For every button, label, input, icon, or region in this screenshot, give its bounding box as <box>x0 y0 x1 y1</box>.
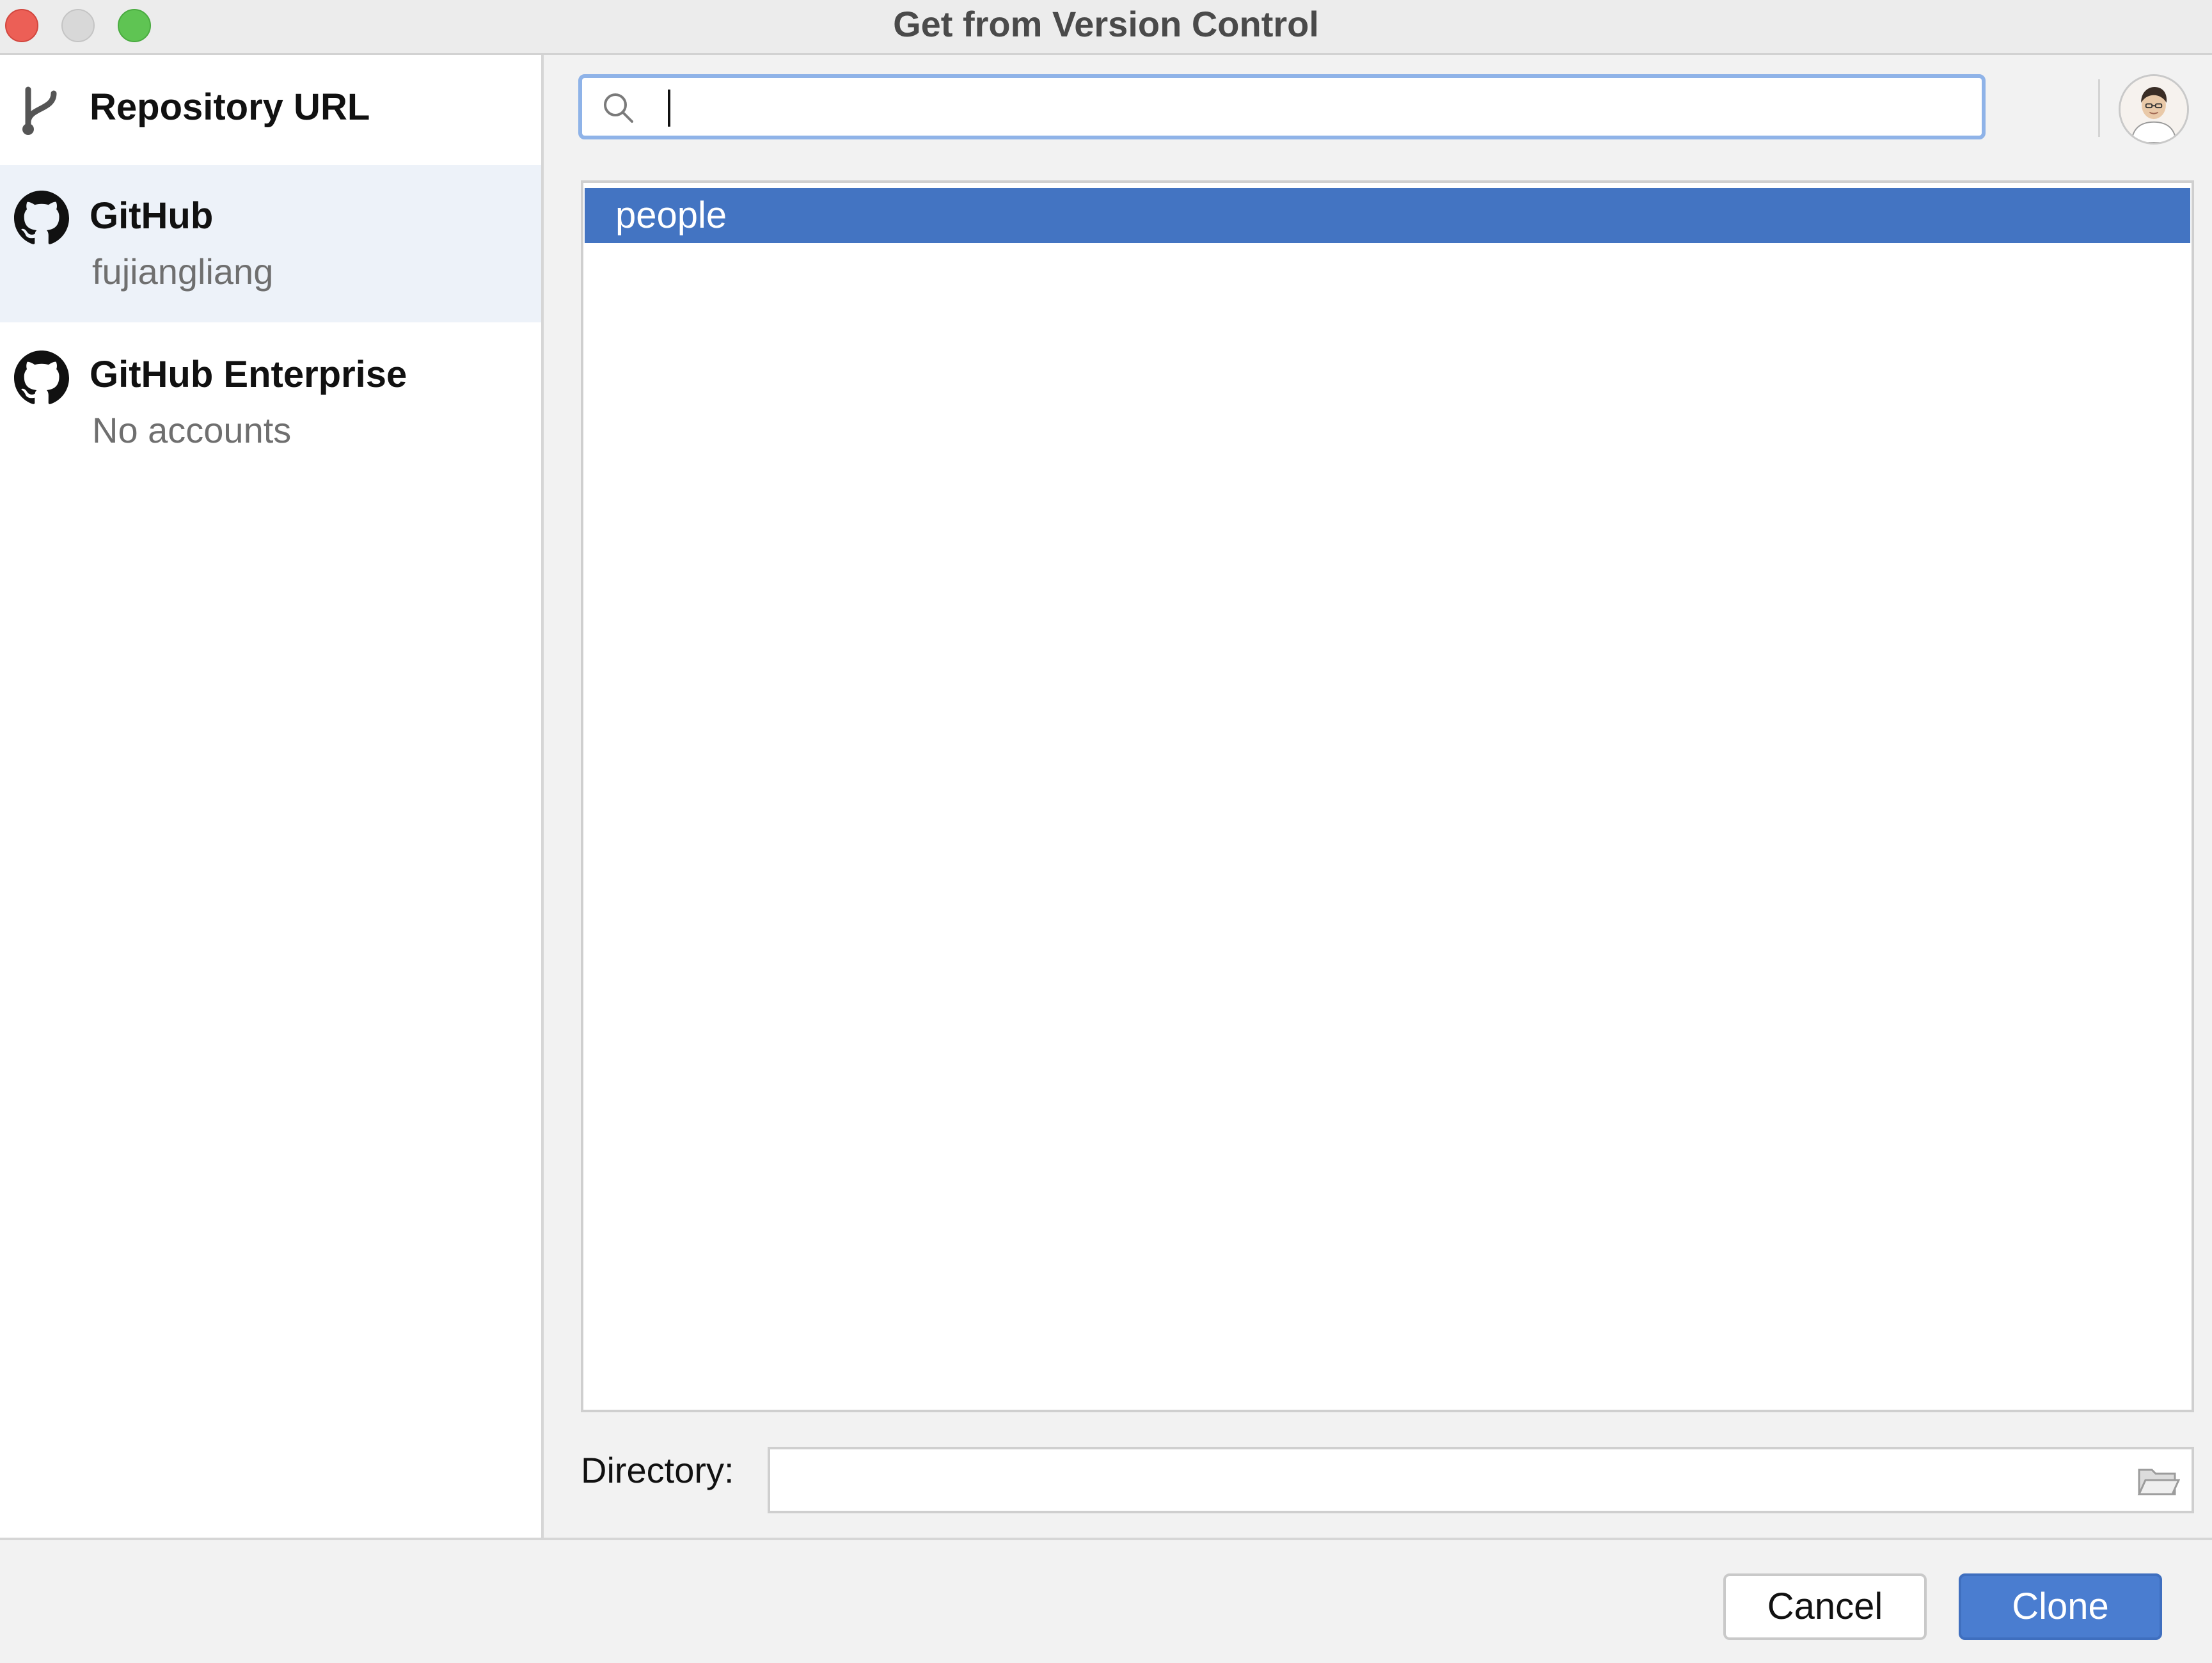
account-name: fujiangliang <box>92 251 274 292</box>
sidebar-item-label: GitHub Enterprise <box>90 354 407 395</box>
dialog-window: Get from Version Control Repository URL … <box>0 0 2212 1663</box>
title-bar: Get from Version Control <box>0 0 2212 55</box>
dialog-footer: Cancel Clone <box>0 1538 2212 1663</box>
directory-label: Directory: <box>581 1450 734 1490</box>
sidebar-item-label: GitHub <box>90 195 214 237</box>
account-avatar[interactable] <box>2119 74 2189 145</box>
account-status: No accounts <box>92 410 292 450</box>
folder-icon[interactable] <box>2137 1463 2180 1499</box>
github-icon <box>14 191 69 244</box>
list-item[interactable]: people <box>585 188 2190 243</box>
main-panel: people Directory: <box>546 55 2212 1538</box>
git-branch-icon <box>22 86 57 135</box>
cancel-button[interactable]: Cancel <box>1723 1573 1927 1640</box>
search-icon <box>604 93 633 123</box>
directory-input[interactable] <box>783 1456 2116 1506</box>
repository-search-field[interactable] <box>578 74 1986 139</box>
search-input[interactable] <box>664 83 1971 133</box>
sidebar-item-repository-url[interactable]: Repository URL <box>0 55 541 164</box>
user-avatar-icon <box>2121 76 2187 143</box>
sidebar-item-label: Repository URL <box>90 86 370 128</box>
directory-field[interactable] <box>768 1447 2194 1513</box>
source-sidebar: Repository URL GitHub fujiangliang GitHu… <box>0 55 544 1538</box>
sidebar-item-github-enterprise[interactable]: GitHub Enterprise No accounts <box>0 324 541 481</box>
sidebar-item-github[interactable]: GitHub fujiangliang <box>0 165 541 322</box>
repository-list[interactable]: people <box>581 180 2194 1412</box>
window-title: Get from Version Control <box>893 4 1319 44</box>
toolbar-divider <box>2098 79 2100 137</box>
text-caret <box>668 90 670 127</box>
clone-button[interactable]: Clone <box>1959 1573 2162 1640</box>
github-icon <box>14 351 69 404</box>
